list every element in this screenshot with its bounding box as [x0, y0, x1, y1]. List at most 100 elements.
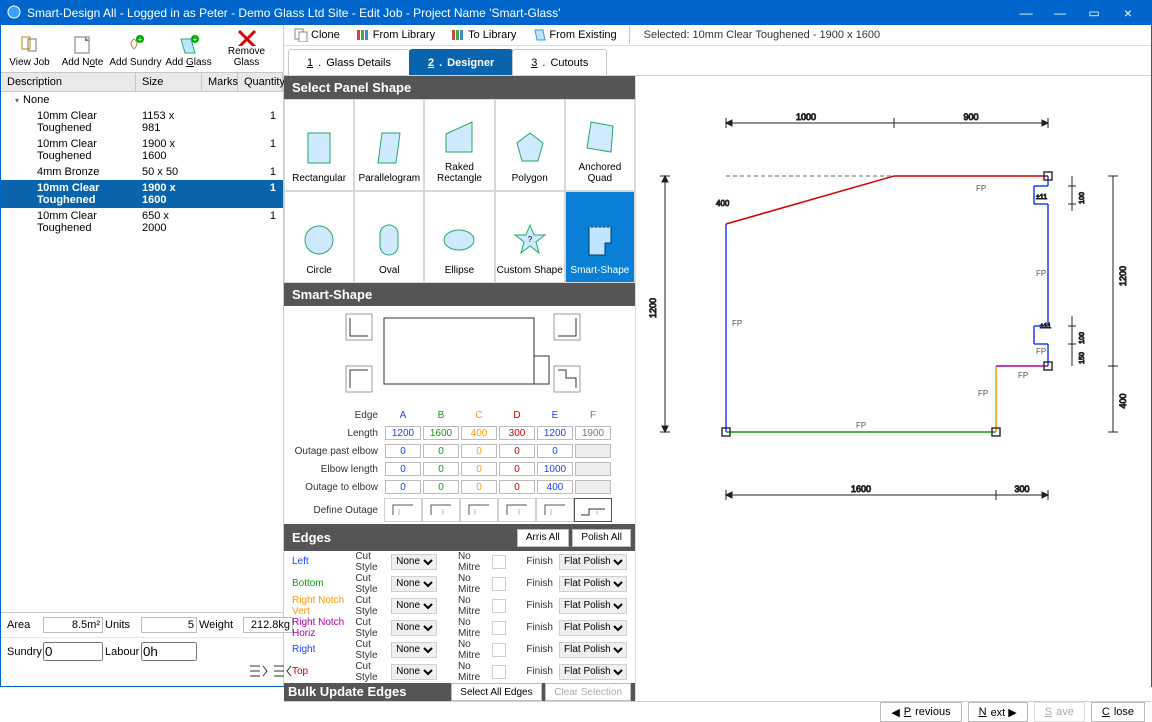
smart-outage-past-elbow-B[interactable]	[423, 444, 459, 458]
cut-style-select[interactable]: None	[391, 576, 437, 592]
shape-raked-rectangle[interactable]: Raked Rectangle	[424, 99, 494, 191]
outage-opt-d[interactable]	[498, 498, 536, 522]
drawing-canvas[interactable]: 1000 900	[636, 76, 1151, 701]
shape-circle[interactable]: Circle	[284, 191, 354, 283]
outage-opt-e[interactable]	[536, 498, 574, 522]
mitre-box[interactable]	[492, 577, 506, 591]
polish-all-button[interactable]: Polish All	[572, 529, 631, 547]
smart-outage-to-elbow-D[interactable]	[499, 480, 535, 494]
finish-select[interactable]: Flat Polish	[559, 554, 627, 570]
outage-opt-f[interactable]	[574, 498, 612, 522]
mitre-box[interactable]	[492, 599, 506, 613]
smart-diagram	[284, 306, 635, 406]
shape-anchored-quad[interactable]: Anchored Quad	[565, 99, 635, 191]
tab-cutouts[interactable]: 3. Cutouts	[512, 49, 607, 75]
finish-select[interactable]: Flat Polish	[559, 598, 627, 614]
smart-outage-past-elbow-C[interactable]	[461, 444, 497, 458]
mitre-box[interactable]	[492, 621, 506, 635]
list-item[interactable]: 10mm Clear Toughened1900 x 16001	[1, 180, 283, 208]
smart-elbow-length-E[interactable]	[537, 462, 573, 476]
smart-elbow-length-A[interactable]	[385, 462, 421, 476]
outage-opt-b[interactable]	[422, 498, 460, 522]
from-library-button[interactable]: From Library	[350, 25, 441, 45]
svg-text:300: 300	[1014, 484, 1029, 494]
smart-length-F[interactable]	[575, 426, 611, 440]
smart-length-C[interactable]	[461, 426, 497, 440]
maximize-button[interactable]: ▭	[1077, 6, 1111, 20]
remove-glass-button[interactable]: Remove Glass	[215, 27, 278, 70]
shape-custom-shape[interactable]: ?Custom Shape	[495, 191, 565, 283]
close-button[interactable]: ×	[1111, 5, 1145, 21]
cut-style-select[interactable]: None	[391, 554, 437, 570]
svg-text:1600: 1600	[851, 484, 871, 494]
smart-outage-to-elbow-A[interactable]	[385, 480, 421, 494]
smart-length-E[interactable]	[537, 426, 573, 440]
svg-text:FP: FP	[978, 389, 988, 398]
add-sundry-button[interactable]: + Add Sundry	[109, 27, 162, 70]
cut-style-select[interactable]: None	[391, 620, 437, 636]
cut-style-select[interactable]: None	[391, 642, 437, 658]
list-item[interactable]: 10mm Clear Toughened1153 x 9811	[1, 108, 283, 136]
section-bulk-title: Bulk Update Edges Select All Edges Clear…	[284, 683, 635, 702]
shape-polygon[interactable]: Polygon	[495, 99, 565, 191]
next-button[interactable]: Next ▶	[968, 702, 1028, 722]
left-panel: View Job Add Note + Add Sundry + Add Gla…	[1, 25, 284, 686]
view-job-button[interactable]: View Job	[3, 27, 56, 70]
section-shape-title: Select Panel Shape	[284, 76, 635, 99]
add-note-button[interactable]: Add Note	[56, 27, 109, 70]
mitre-box[interactable]	[492, 555, 506, 569]
smart-length-B[interactable]	[423, 426, 459, 440]
footer: ◀ Previous Next ▶ Save Close	[284, 701, 1151, 722]
clear-selection-button[interactable]: Clear Selection	[545, 683, 631, 701]
outage-opt-a[interactable]	[384, 498, 422, 522]
list-item[interactable]: 10mm Clear Toughened650 x 20001	[1, 208, 283, 236]
finish-select[interactable]: Flat Polish	[559, 664, 627, 680]
from-existing-button[interactable]: From Existing	[526, 25, 622, 45]
minimize-button[interactable]: —	[1043, 6, 1077, 20]
edge-row-right-notch-horiz: Right Notch Horiz Cut Style None No Mitr…	[284, 617, 635, 639]
shape-parallelogram[interactable]: Parallelogram	[354, 99, 424, 191]
edge-row-bottom: Bottom Cut Style None No Mitre Finish Fl…	[284, 573, 635, 595]
smart-outage-to-elbow-C[interactable]	[461, 480, 497, 494]
tab-glass-details[interactable]: 1. Glass Details	[288, 49, 410, 75]
outage-opt-c[interactable]	[460, 498, 498, 522]
smart-outage-past-elbow-A[interactable]	[385, 444, 421, 458]
mitre-box[interactable]	[492, 643, 506, 657]
shape-smart-shape[interactable]: Smart-Shape	[565, 191, 635, 283]
finish-select[interactable]: Flat Polish	[559, 642, 627, 658]
smart-outage-to-elbow-B[interactable]	[423, 480, 459, 494]
finish-select[interactable]: Flat Polish	[559, 620, 627, 636]
cut-style-select[interactable]: None	[391, 664, 437, 680]
smart-length-D[interactable]	[499, 426, 535, 440]
cut-style-select[interactable]: None	[391, 598, 437, 614]
finish-select[interactable]: Flat Polish	[559, 576, 627, 592]
shape-ellipse[interactable]: Ellipse	[424, 191, 494, 283]
sort-icon-1[interactable]	[247, 663, 269, 682]
to-library-button[interactable]: To Library	[445, 25, 522, 45]
arris-all-button[interactable]: Arris All	[517, 529, 569, 547]
select-all-edges-button[interactable]: Select All Edges	[451, 683, 541, 701]
smart-elbow-length-B[interactable]	[423, 462, 459, 476]
smart-length-A[interactable]	[385, 426, 421, 440]
list-group[interactable]: None	[1, 92, 283, 108]
list-item[interactable]: 10mm Clear Toughened1900 x 16001	[1, 136, 283, 164]
smart-outage-past-elbow-D[interactable]	[499, 444, 535, 458]
smart-outage-to-elbow-E[interactable]	[537, 480, 573, 494]
smart-elbow-length-D[interactable]	[499, 462, 535, 476]
dash-button[interactable]: ––	[1009, 6, 1043, 20]
svg-text:FP: FP	[976, 184, 986, 193]
list-item[interactable]: 4mm Bronze50 x 501	[1, 164, 283, 180]
mitre-box[interactable]	[492, 665, 506, 679]
smart-outage-past-elbow-E[interactable]	[537, 444, 573, 458]
previous-button[interactable]: ◀ Previous	[880, 702, 961, 722]
shape-rectangular[interactable]: Rectangular	[284, 99, 354, 191]
close-footer-button[interactable]: Close	[1091, 702, 1145, 722]
shape-oval[interactable]: Oval	[354, 191, 424, 283]
clone-button[interactable]: Clone	[288, 25, 346, 45]
tab-designer[interactable]: 2. Designer	[409, 49, 513, 75]
smart-elbow-length-C[interactable]	[461, 462, 497, 476]
add-glass-button[interactable]: + Add Glass	[162, 27, 215, 70]
save-button[interactable]: Save	[1034, 702, 1085, 722]
edge-row-top: Top Cut Style None No Mitre Finish Flat …	[284, 661, 635, 683]
smart-outage-past-elbow-F	[575, 444, 611, 458]
